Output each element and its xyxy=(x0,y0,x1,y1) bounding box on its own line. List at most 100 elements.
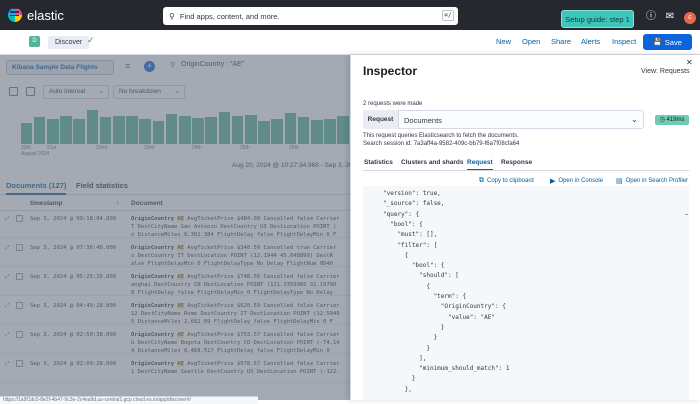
expand-row-icon[interactable]: ⤢ xyxy=(5,273,9,281)
code-line: } xyxy=(383,375,416,383)
row-checkbox[interactable] xyxy=(16,215,23,222)
histogram-bar[interactable] xyxy=(152,121,165,144)
close-icon[interactable]: ✕ xyxy=(686,58,693,67)
copy-to-clipboard-button[interactable]: ⧉ Copy to clipboard xyxy=(479,177,534,185)
open-in-console-button[interactable]: ▶ Open in Console xyxy=(550,177,603,185)
doc-line: AvgTicketPrice $340.59 Cancelled true Ca… xyxy=(183,245,337,251)
histogram-bar[interactable] xyxy=(297,117,310,144)
request-code-block[interactable]: "version": true, "_source": false, "query"… xyxy=(363,186,689,400)
x-tick: 23rd xyxy=(144,145,155,151)
save-button[interactable]: 💾 Save xyxy=(643,34,692,50)
histogram-bar[interactable] xyxy=(271,119,283,144)
query-search-icon: ⚲ xyxy=(170,62,176,69)
help-icon[interactable]: ⓘ xyxy=(645,11,657,23)
user-avatar[interactable]: c xyxy=(684,12,696,24)
histogram-bar[interactable] xyxy=(112,115,125,144)
table-row[interactable]: ⤢ Sep 3, 2024 @ 04:49:28.800 OriginCountry… xyxy=(0,299,350,325)
saved-check-icon: ✓ xyxy=(87,35,95,45)
histogram-bar[interactable] xyxy=(20,123,33,144)
code-line: } xyxy=(383,334,438,342)
expand-row-icon[interactable]: ⤢ xyxy=(5,215,9,223)
new-link[interactable]: New xyxy=(496,37,511,46)
doc-field: OriginCountry xyxy=(131,216,178,222)
expand-row-icon[interactable]: ⤢ xyxy=(5,244,9,252)
alerts-link[interactable]: Alerts xyxy=(581,37,600,46)
histogram-bar[interactable] xyxy=(258,121,270,144)
table-row[interactable]: ⤢ Sep 3, 2024 @ 02:09:28.000 OriginCountry… xyxy=(0,357,350,383)
col-document[interactable]: Document xyxy=(131,200,163,207)
row-timestamp: Sep 3, 2024 @ 02:50:38.000 xyxy=(30,332,117,338)
histogram-bar[interactable] xyxy=(178,115,191,144)
histogram-bar[interactable] xyxy=(218,111,231,144)
chart-toggle-icon[interactable] xyxy=(9,87,18,96)
histogram-bar[interactable] xyxy=(33,117,46,144)
histogram-chart[interactable] xyxy=(20,106,350,144)
histogram-bar[interactable] xyxy=(60,115,72,144)
histogram-bar[interactable] xyxy=(126,115,138,144)
data-view-picker[interactable]: Kibana Sample Data Flights xyxy=(6,60,114,75)
breadcrumb-discover[interactable]: Discover xyxy=(48,36,90,49)
doc-field: OriginCountry xyxy=(131,274,178,280)
table-row[interactable]: ⤢ Sep 3, 2024 @ 09:18:04.800 OriginCountry… xyxy=(0,212,350,238)
space-avatar[interactable]: D xyxy=(29,36,40,47)
tab-statistics[interactable]: Statistics xyxy=(364,159,393,166)
table-row[interactable]: ⤢ Sep 3, 2024 @ 02:50:38.000 OriginCountry… xyxy=(0,328,350,354)
tab-response[interactable]: Response xyxy=(501,159,532,166)
inspect-link[interactable]: Inspect xyxy=(612,37,636,46)
histogram-bar[interactable] xyxy=(192,118,204,144)
histogram-bar[interactable] xyxy=(86,109,99,144)
code-line: "term": { xyxy=(383,293,467,300)
code-line: "minimum_should_match": 1 xyxy=(383,365,510,373)
query-highlight: AE xyxy=(177,332,184,338)
col-timestamp[interactable]: timestamp xyxy=(30,200,63,207)
expand-row-icon[interactable]: ⤢ xyxy=(5,360,9,368)
row-checkbox[interactable] xyxy=(16,331,23,338)
histogram-bar[interactable] xyxy=(310,120,323,144)
clock-icon: ◷ xyxy=(659,117,665,123)
share-link[interactable]: Share xyxy=(551,37,571,46)
histogram-bar[interactable] xyxy=(73,119,85,144)
histogram-bar[interactable] xyxy=(284,112,297,144)
setup-guide-button[interactable]: Setup guide: step 1 xyxy=(561,10,634,28)
save-icon: 💾 xyxy=(653,39,662,46)
row-checkbox[interactable] xyxy=(16,360,23,367)
open-in-profiler-button[interactable]: ▤ Open in Search Profiler xyxy=(616,177,688,185)
histogram-settings-icon[interactable] xyxy=(26,87,35,96)
tab-field-statistics[interactable]: Field statistics xyxy=(76,181,128,190)
tab-clusters-shards[interactable]: Clusters and shards xyxy=(401,159,464,166)
add-filter-icon[interactable]: + xyxy=(144,61,155,72)
sort-icon[interactable]: ↓ xyxy=(116,199,119,206)
row-document: OriginCountry AE AvgTicketPrice $753.57 … xyxy=(131,331,350,355)
request-select-value: Documents xyxy=(404,116,442,125)
histogram-bar[interactable] xyxy=(139,119,151,144)
open-link[interactable]: Open xyxy=(522,37,540,46)
row-checkbox[interactable] xyxy=(16,273,23,280)
expand-row-icon[interactable]: ⤢ xyxy=(5,302,9,310)
histogram-bar[interactable] xyxy=(231,115,244,144)
interval-select[interactable]: Auto interval ⌄ xyxy=(43,85,109,99)
menu-toggle-icon[interactable] xyxy=(10,8,19,16)
histogram-bar[interactable] xyxy=(46,119,59,144)
news-feed-icon[interactable]: ✉ xyxy=(664,11,676,23)
histogram-bar[interactable] xyxy=(99,117,112,144)
breakdown-select[interactable]: No breakdown ⌄ xyxy=(113,85,185,99)
global-search-input[interactable]: ⚲ Find apps, content, and more. ⌘/ xyxy=(163,7,458,25)
console-label: Open in Console xyxy=(558,178,604,184)
view-requests-menu[interactable]: View: Requests xyxy=(641,68,690,75)
expand-row-icon[interactable]: ⤢ xyxy=(5,331,9,339)
histogram-bar[interactable] xyxy=(337,115,349,144)
session-id: Search session id: 7a3aff4a-9582-409c-bb… xyxy=(363,141,520,147)
row-checkbox[interactable] xyxy=(16,244,23,251)
histogram-bar[interactable] xyxy=(205,117,217,144)
query-input[interactable]: OriginCountry : "AE" xyxy=(181,61,244,68)
tab-documents[interactable]: Documents (127) xyxy=(6,181,67,195)
filter-menu-icon[interactable]: ≡ xyxy=(125,61,130,71)
code-scrollbar[interactable] xyxy=(685,214,688,215)
table-row[interactable]: ⤢ Sep 3, 2024 @ 05:25:16.800 OriginCountry… xyxy=(0,270,350,296)
histogram-bar[interactable] xyxy=(324,119,336,144)
table-row[interactable]: ⤢ Sep 3, 2024 @ 07:36:48.000 OriginCountry… xyxy=(0,241,350,267)
month-label: August 2024 xyxy=(21,151,50,157)
histogram-bar[interactable] xyxy=(165,113,178,144)
row-checkbox[interactable] xyxy=(16,302,23,309)
histogram-bar[interactable] xyxy=(244,114,257,144)
